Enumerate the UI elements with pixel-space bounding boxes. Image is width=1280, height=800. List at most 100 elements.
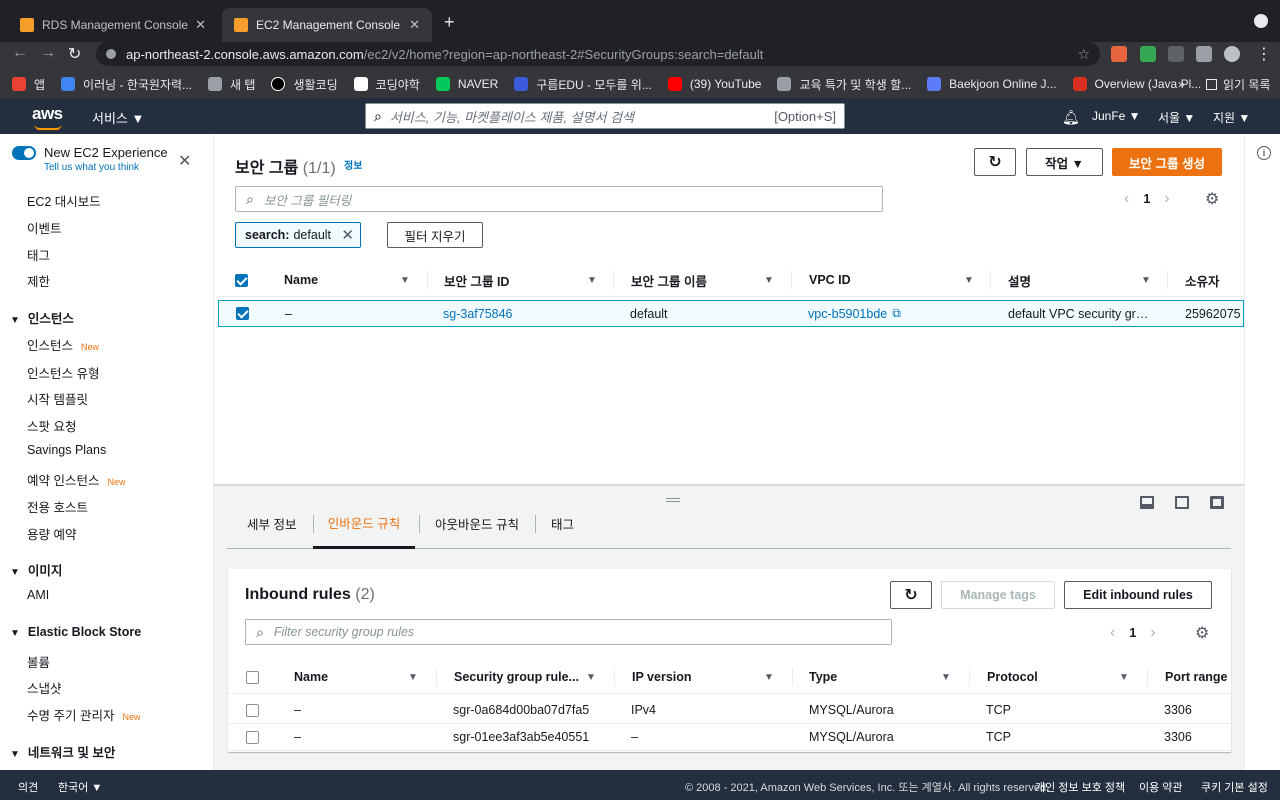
sidebar-item-capacity-reservations[interactable]: 용량 예약	[27, 524, 76, 543]
account-menu[interactable]: JunFe ▼	[1092, 109, 1141, 123]
remove-filter-icon[interactable]: ✕	[341, 226, 354, 244]
table-row[interactable]: – sg-3af75846 default vpc-b5901bde ⧉ defa…	[218, 300, 1244, 327]
preferences-gear-icon[interactable]: ⚙	[1205, 189, 1219, 209]
feedback-link[interactable]: Tell us what you think	[44, 162, 139, 173]
column-header-ip-version[interactable]: IP version ▼	[632, 660, 776, 694]
row-checkbox[interactable]	[246, 704, 259, 717]
bookmark-item[interactable]: 구름EDU - 모두를 위...	[514, 76, 652, 93]
sidebar-item-lifecycle-manager[interactable]: 수명 주기 관리자 New	[27, 705, 140, 724]
column-header-port-range[interactable]: Port range	[1165, 660, 1229, 694]
bookmark-item[interactable]: 생활코딩	[271, 76, 338, 93]
bookmark-item[interactable]: 앱	[12, 76, 45, 93]
sidebar-item-savings-plans[interactable]: Savings Plans	[27, 443, 106, 457]
reading-list-button[interactable]: 읽기 목록	[1206, 76, 1271, 93]
row-checkbox[interactable]	[246, 731, 259, 744]
fullscreen-panel-icon[interactable]	[1210, 496, 1224, 509]
column-header-vpc-id[interactable]: VPC ID ▼	[809, 263, 979, 297]
language-selector[interactable]: 한국어 ▼	[58, 779, 102, 795]
cookie-preferences-link[interactable]: 쿠키 기본 설정	[1201, 779, 1268, 795]
bookmark-item[interactable]: Baekjoon Online J...	[927, 77, 1057, 91]
row-checkbox[interactable]	[236, 307, 249, 320]
edit-inbound-rules-button[interactable]: Edit inbound rules	[1064, 581, 1212, 609]
security-group-filter-input[interactable]: ⌕ 보안 그룹 필터링	[235, 186, 883, 212]
column-header-name[interactable]: Name ▼	[294, 660, 420, 694]
sidebar-item-events[interactable]: 이벤트	[27, 218, 62, 237]
manage-tags-button[interactable]: Manage tags	[941, 581, 1055, 609]
support-menu[interactable]: 지원 ▼	[1213, 109, 1250, 126]
close-icon[interactable]: ✕	[178, 151, 191, 171]
back-arrow-icon[interactable]: ←	[12, 44, 28, 62]
services-menu[interactable]: 서비스 ▼	[92, 108, 144, 127]
bookmark-item[interactable]: 교육 특가 및 학생 할...	[777, 76, 911, 93]
info-link[interactable]: 정보	[344, 157, 362, 172]
sidebar-item-instances[interactable]: 인스턴스 New	[27, 335, 99, 354]
sidebar-section-ebs[interactable]: ▼ Elastic Block Store	[10, 625, 141, 639]
split-bottom-icon[interactable]	[1140, 496, 1154, 509]
column-header-owner[interactable]: 소유자	[1185, 263, 1245, 297]
puzzle-extensions-icon[interactable]	[1196, 46, 1212, 62]
sidebar-item-limits[interactable]: 제한	[27, 271, 50, 290]
sidebar-item-ami[interactable]: AMI	[27, 588, 49, 602]
vpc-id-link[interactable]: vpc-b5901bde ⧉	[808, 301, 901, 326]
column-header-type[interactable]: Type ▼	[809, 660, 953, 694]
previous-page-icon[interactable]: ‹	[1124, 190, 1129, 208]
close-tab-icon[interactable]: ✕	[195, 17, 206, 33]
region-menu[interactable]: 서울 ▼	[1158, 109, 1195, 126]
sidebar-item-tags[interactable]: 태그	[27, 245, 50, 264]
sidebar-item-volumes[interactable]: 볼륨	[27, 652, 50, 671]
notifications-bell-icon[interactable]: 🔔︎	[1062, 109, 1080, 126]
sidebar-section-instances[interactable]: ▼ 인스턴스	[10, 308, 74, 327]
column-header-rule-id[interactable]: Security group rule... ▼	[454, 660, 598, 694]
address-bar[interactable]: ap-northeast-2.console.aws.amazon.com /e…	[96, 42, 1100, 66]
refresh-button[interactable]: ↻	[974, 148, 1016, 176]
current-page[interactable]: 1	[1129, 626, 1136, 640]
table-row[interactable]: – sgr-01ee3af3ab5e40551 – MYSQL/Aurora T…	[228, 724, 1231, 751]
bookmark-item[interactable]: (39) YouTube	[667, 77, 761, 91]
extension-icon[interactable]	[1140, 46, 1156, 62]
kebab-menu-icon[interactable]: ⋮	[1256, 44, 1272, 64]
tab-tags[interactable]: 태그	[551, 498, 574, 549]
feedback-link[interactable]: 의견	[18, 779, 38, 795]
reload-icon[interactable]: ↻	[68, 44, 81, 64]
column-header-sg-name[interactable]: 보안 그룹 이름 ▼	[631, 263, 781, 297]
terms-link[interactable]: 이용 약관	[1139, 779, 1183, 795]
preferences-gear-icon[interactable]: ⚙	[1195, 623, 1209, 643]
create-security-group-button[interactable]: 보안 그룹 생성	[1112, 148, 1222, 176]
sidebar-item-reserved-instances[interactable]: 예약 인스턴스 New	[27, 470, 126, 489]
sidebar-item-launch-templates[interactable]: 시작 템플릿	[27, 389, 88, 408]
bookmark-item[interactable]: NAVER	[435, 77, 498, 91]
table-row[interactable]: – sgr-0a684d00ba07d7fa5 IPv4 MYSQL/Auror…	[228, 697, 1231, 724]
actions-button[interactable]: 작업 ▼	[1026, 148, 1103, 176]
drag-handle-icon[interactable]	[666, 498, 680, 502]
new-experience-toggle[interactable]	[12, 146, 36, 160]
sidebar-item-dashboard[interactable]: EC2 대시보드	[27, 191, 101, 210]
refresh-button[interactable]: ↻	[890, 581, 932, 609]
previous-page-icon[interactable]: ‹	[1110, 624, 1115, 642]
security-group-id-link[interactable]: sg-3af75846	[443, 301, 513, 326]
info-icon[interactable]: i	[1257, 146, 1271, 160]
select-all-checkbox[interactable]	[235, 274, 248, 287]
aws-search-input[interactable]: ⌕ 서비스, 기능, 마켓플레이스 제품, 설명서 검색 [Option+S]	[365, 103, 845, 129]
forward-arrow-icon[interactable]: →	[40, 44, 56, 62]
column-header-description[interactable]: 설명 ▼	[1008, 263, 1158, 297]
sidebar-item-dedicated-hosts[interactable]: 전용 호스트	[27, 497, 88, 516]
sidebar-section-images[interactable]: ▼ 이미지	[10, 560, 62, 579]
tab-outbound-rules[interactable]: 아웃바운드 규칙	[435, 498, 519, 549]
bookmark-item[interactable]: 이러닝 - 한국원자력...	[61, 76, 192, 93]
rule-filter-input[interactable]: ⌕ Filter security group rules	[245, 619, 892, 645]
tab-search-icon[interactable]	[1254, 14, 1268, 28]
bookmark-item[interactable]: 코딩야학	[353, 76, 420, 93]
sidebar-item-instance-types[interactable]: 인스턴스 유형	[27, 363, 99, 382]
aws-logo[interactable]: aws	[32, 104, 63, 130]
bookmark-star-icon[interactable]: ☆	[1077, 46, 1090, 63]
sidebar-item-snapshots[interactable]: 스냅샷	[27, 678, 62, 697]
bookmark-item[interactable]: 새 탭	[208, 76, 255, 93]
extension-icon[interactable]	[1168, 46, 1184, 62]
next-page-icon[interactable]: ›	[1164, 190, 1169, 208]
extension-icon[interactable]	[1111, 46, 1127, 62]
clear-filters-button[interactable]: 필터 지우기	[387, 222, 483, 248]
next-page-icon[interactable]: ›	[1150, 624, 1155, 642]
column-header-name[interactable]: Name ▼	[284, 263, 414, 297]
select-all-checkbox[interactable]	[246, 671, 259, 684]
column-header-protocol[interactable]: Protocol ▼	[987, 660, 1131, 694]
